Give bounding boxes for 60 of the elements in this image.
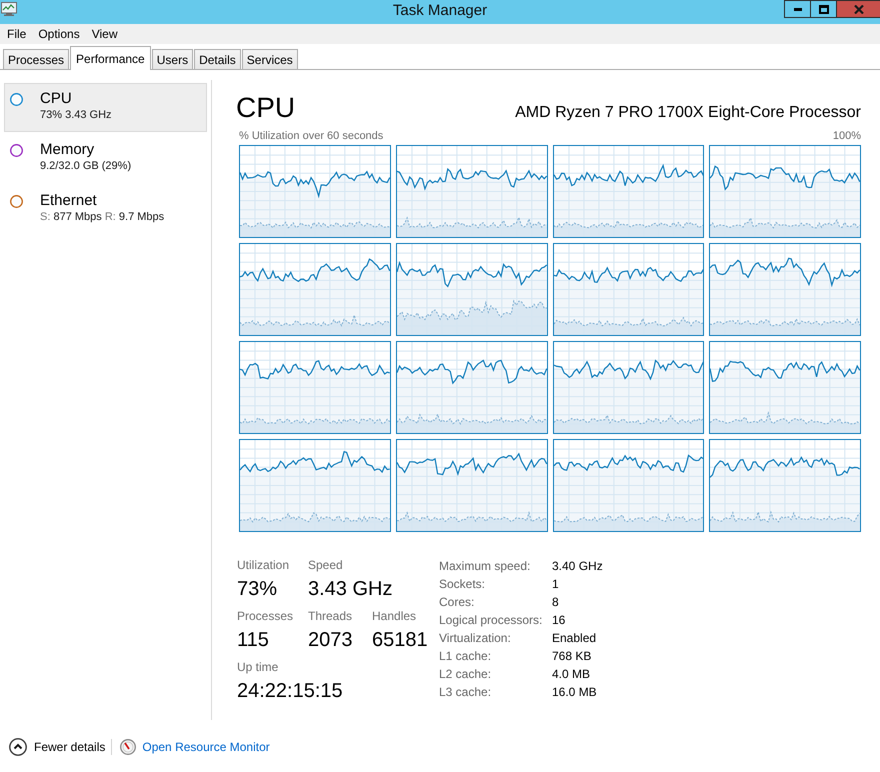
graph-scale-label: 100% [832, 129, 861, 143]
spec-label: Cores: [439, 594, 474, 611]
spec-label: L3 cache: [439, 684, 492, 701]
spec-label: Virtualization: [439, 630, 511, 647]
sidebar-item-title: Memory [40, 141, 96, 159]
sidebar-item-detail: 73% 3.43 GHz [40, 108, 113, 122]
stat-label: Utilization [237, 558, 290, 573]
spec-label: L2 cache: [439, 666, 492, 683]
menu-item[interactable]: View [86, 24, 124, 44]
maximize-icon [818, 4, 828, 14]
stat-label: Processes [237, 609, 294, 624]
spec-value: 768 KB [552, 648, 592, 665]
spec-value: Enabled [552, 630, 596, 647]
spec-value: 4.0 MB [552, 666, 590, 683]
monitor-chart-icon [1, 2, 17, 16]
spec-label: Sockets: [439, 576, 486, 593]
sidebar-item[interactable]: Ethernet S: 877 Mbps R: 9.7 Mbps [4, 185, 207, 234]
processor-name: AMD Ryzen 7 PRO 1700X Eight-Core Processor [515, 103, 861, 123]
resource-monitor-link[interactable]: Open Resource Monitor [142, 740, 270, 754]
spec-value: 16 [552, 612, 566, 629]
close-button[interactable] [836, 0, 880, 18]
tab[interactable]: Details [194, 49, 241, 69]
stat-value: 2073 [308, 628, 352, 653]
fewer-details-button[interactable]: Fewer details [9, 738, 106, 756]
sidebar-item[interactable]: CPU 73% 3.43 GHz [4, 83, 207, 132]
spec-value: 16.0 MB [552, 684, 597, 701]
sidebar-item-title: CPU [40, 90, 73, 108]
sidebar-item-detail: S: 877 Mbps R: 9.7 Mbps [40, 210, 166, 224]
menu-item[interactable]: Options [32, 24, 86, 44]
stat-value: 3.43 GHz [308, 577, 392, 602]
tab[interactable]: Processes [3, 49, 70, 69]
spec-value: 8 [552, 594, 559, 611]
stat-value: 24:22:15:15 [237, 679, 343, 704]
menu-item[interactable]: File [1, 24, 32, 44]
window-title: Task Manager [392, 1, 488, 21]
stat-value: 65181 [372, 628, 428, 653]
minimize-button[interactable] [784, 0, 811, 18]
tab[interactable]: Performance [70, 46, 151, 70]
tab[interactable]: Users [152, 49, 194, 69]
stat-label: Up time [237, 660, 278, 675]
gauge-icon[interactable] [120, 739, 136, 755]
spec-value: 1 [552, 576, 559, 593]
sidebar-item-title: Ethernet [40, 192, 98, 210]
spec-label: L1 cache: [439, 648, 492, 665]
stat-label: Handles [372, 609, 416, 624]
tab[interactable]: Services [242, 49, 298, 69]
sidebar-item-detail: 9.2/32.0 GB (29%) [40, 159, 132, 173]
stat-value: 115 [237, 628, 269, 653]
graph-caption: % Utilization over 60 seconds [239, 129, 384, 143]
stat-label: Speed [308, 558, 343, 573]
minimize-icon [794, 8, 802, 10]
chevron-up-icon [9, 738, 27, 756]
stat-label: Threads [308, 609, 352, 624]
sidebar-item[interactable]: Memory 9.2/32.0 GB (29%) [4, 134, 207, 183]
spec-label: Maximum speed: [439, 558, 530, 575]
close-icon [854, 4, 864, 14]
page-title: CPU [236, 92, 296, 124]
spec-label: Logical processors: [439, 612, 542, 629]
spec-value: 3.40 GHz [552, 558, 603, 575]
stat-value: 73% [237, 577, 278, 602]
